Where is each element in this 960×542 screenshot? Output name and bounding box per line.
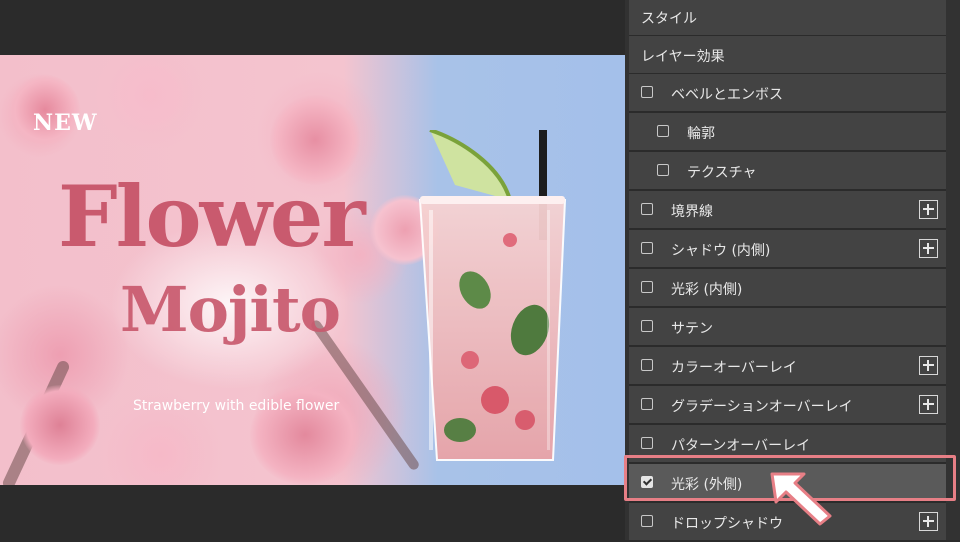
add-effect-plus-icon[interactable] — [919, 239, 938, 258]
layer-effects-header-label: レイヤー効果 — [641, 49, 725, 65]
effect-row-inner-shadow[interactable]: シャドウ (内側) — [629, 230, 946, 269]
subtitle: Strawberry with edible flower — [133, 398, 340, 414]
pointer-arrow-icon — [770, 472, 832, 526]
add-effect-plus-icon[interactable] — [919, 200, 938, 219]
add-effect-plus-icon[interactable] — [919, 356, 938, 375]
layer-effects-header[interactable]: レイヤー効果 — [629, 36, 946, 75]
effect-row-satin[interactable]: サテン — [629, 308, 946, 347]
effect-label: グラデーションオーバーレイ — [671, 399, 853, 415]
effect-label: ドロップシャドウ — [671, 516, 783, 532]
checkbox[interactable] — [641, 242, 653, 254]
effect-label: 境界線 — [671, 204, 713, 220]
effect-label: パターンオーバーレイ — [671, 438, 811, 454]
effect-row-inner-glow[interactable]: 光彩 (内側) — [629, 269, 946, 308]
effect-row-stroke[interactable]: 境界線 — [629, 191, 946, 230]
checkbox[interactable] — [641, 398, 653, 410]
document-canvas[interactable]: NEW Flower Mojito Strawberry with edible… — [0, 55, 625, 485]
styles-header[interactable]: スタイル — [629, 0, 946, 37]
effect-label: テクスチャ — [687, 165, 757, 181]
checkbox[interactable] — [641, 515, 653, 527]
checkbox[interactable] — [641, 320, 653, 332]
add-effect-plus-icon[interactable] — [919, 395, 938, 414]
title-flower: Flower — [58, 167, 366, 266]
effect-row-texture[interactable]: テクスチャ — [629, 152, 946, 191]
effect-label: カラーオーバーレイ — [671, 360, 797, 376]
effect-row-color-overlay[interactable]: カラーオーバーレイ — [629, 347, 946, 386]
new-label: NEW — [33, 110, 98, 136]
effect-row-contour[interactable]: 輪郭 — [629, 113, 946, 152]
checkbox[interactable] — [641, 86, 653, 98]
effect-row-gradient-overlay[interactable]: グラデーションオーバーレイ — [629, 386, 946, 425]
effect-label: ベベルとエンボス — [671, 87, 783, 103]
effect-label: サテン — [671, 321, 713, 337]
checkbox[interactable] — [641, 203, 653, 215]
title-mojito: Mojito — [120, 273, 341, 346]
checkbox[interactable] — [657, 164, 669, 176]
checkbox[interactable] — [641, 281, 653, 293]
checkbox[interactable] — [641, 437, 653, 449]
checkbox[interactable] — [641, 359, 653, 371]
checkbox[interactable] — [657, 125, 669, 137]
effect-row-bevel-emboss[interactable]: ベベルとエンボス — [629, 74, 946, 113]
styles-header-label: スタイル — [641, 11, 697, 27]
mojito-glass-image — [418, 130, 567, 461]
effect-label: シャドウ (内側) — [671, 243, 771, 259]
cherry-blossom — [20, 385, 100, 465]
effect-label: 光彩 (内側) — [671, 282, 743, 298]
add-effect-plus-icon[interactable] — [919, 512, 938, 531]
effect-label: 輪郭 — [687, 126, 715, 142]
